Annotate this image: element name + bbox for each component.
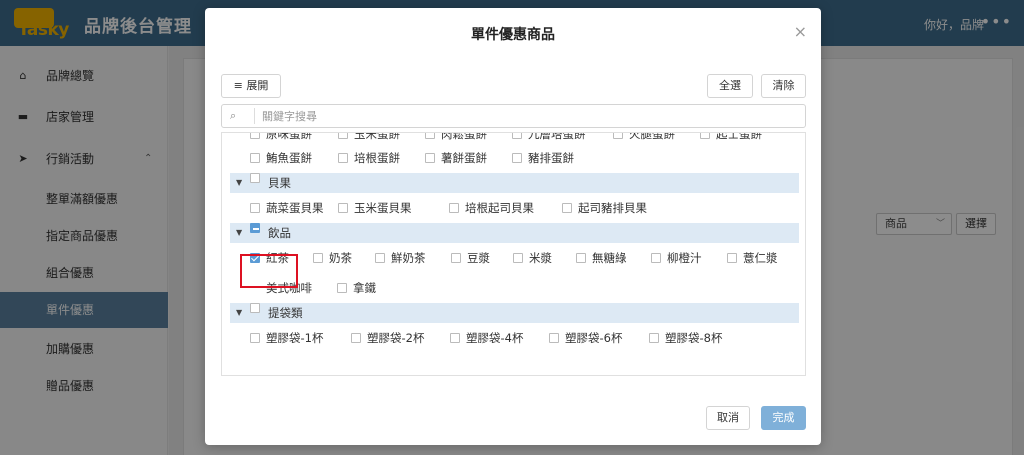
confirm-button[interactable]: 完成 (761, 406, 806, 430)
product-checkbox[interactable]: 原味蛋餅 (250, 133, 312, 144)
product-checkbox[interactable]: 無糖綠 (576, 248, 627, 268)
product-checkbox[interactable]: 柳橙汁 (651, 248, 702, 268)
product-checkbox[interactable]: 火腿蛋餅 (613, 133, 675, 144)
tree-row: 美式咖啡 拿鐵 (222, 278, 805, 298)
product-checkbox[interactable]: 塑膠袋-1杯 (250, 328, 323, 348)
product-checkbox[interactable]: 奶茶 (313, 248, 352, 268)
product-checkbox[interactable]: 鮮奶茶 (375, 248, 426, 268)
product-checkbox[interactable]: 蔬菜蛋貝果 (250, 198, 324, 218)
search-icon: ⌕ (230, 109, 237, 122)
category-row-bagel[interactable]: ▼ 貝果 (230, 173, 799, 193)
category-checkbox[interactable] (250, 303, 260, 313)
product-picker-modal: 單件優惠商品 × ≡ 展開 全選 清除 ⌕ 原味蛋餅 玉米蛋餅 肉鬆蛋餅 九層塔… (205, 8, 821, 445)
caret-down-icon[interactable]: ▼ (236, 173, 242, 193)
caret-down-icon[interactable]: ▼ (236, 223, 242, 243)
category-checkbox[interactable] (250, 173, 260, 183)
product-checkbox[interactable]: 培根起司貝果 (449, 198, 534, 218)
product-checkbox[interactable]: 玉米蛋貝果 (338, 198, 412, 218)
product-checkbox[interactable]: 起士蛋餅 (700, 133, 762, 144)
category-row-drinks[interactable]: ▼ 飲品 (230, 223, 799, 243)
cancel-button[interactable]: 取消 (706, 406, 750, 430)
category-row-bags[interactable]: ▼ 提袋類 (230, 303, 799, 323)
product-checkbox[interactable]: 豆漿 (451, 248, 490, 268)
product-tree: 原味蛋餅 玉米蛋餅 肉鬆蛋餅 九層塔蛋餅 火腿蛋餅 起士蛋餅 鮪魚蛋餅 培根蛋餅… (221, 132, 806, 376)
search-field: ⌕ (221, 104, 806, 128)
category-checkbox-partial[interactable] (250, 223, 260, 233)
product-checkbox[interactable]: 薯餅蛋餅 (425, 148, 487, 168)
product-checkbox[interactable]: 塑膠袋-2杯 (351, 328, 424, 348)
menu-icon: ≡ (233, 79, 243, 92)
product-checkbox[interactable]: 肉鬆蛋餅 (425, 133, 487, 144)
search-input[interactable] (262, 107, 792, 125)
select-all-button[interactable]: 全選 (707, 74, 753, 98)
tree-row: 塑膠袋-1杯 塑膠袋-2杯 塑膠袋-4杯 塑膠袋-6杯 塑膠袋-8杯 (222, 328, 805, 348)
product-checkbox[interactable]: 塑膠袋-6杯 (549, 328, 622, 348)
product-checkbox[interactable]: 鮪魚蛋餅 (250, 148, 312, 168)
clear-button[interactable]: 清除 (761, 74, 806, 98)
product-checkbox[interactable]: 拿鐵 (337, 278, 376, 298)
caret-down-icon[interactable]: ▼ (236, 303, 242, 323)
product-checkbox[interactable]: 九層塔蛋餅 (512, 133, 586, 144)
tree-row: 蔬菜蛋貝果 玉米蛋貝果 培根起司貝果 起司豬排貝果 (222, 198, 805, 218)
product-checkbox[interactable]: 起司豬排貝果 (562, 198, 647, 218)
expand-button[interactable]: ≡ 展開 (221, 74, 281, 98)
tree-row: 紅茶 奶茶 鮮奶茶 豆漿 米漿 無糖綠 柳橙汁 薏仁漿 (222, 248, 805, 268)
product-checkbox[interactable]: 豬排蛋餅 (512, 148, 574, 168)
modal-title: 單件優惠商品 (471, 27, 555, 43)
product-checkbox[interactable]: 培根蛋餅 (338, 148, 400, 168)
product-checkbox[interactable]: 塑膠袋-8杯 (649, 328, 722, 348)
product-checkbox[interactable]: 玉米蛋餅 (338, 133, 400, 144)
tree-row: 鮪魚蛋餅 培根蛋餅 薯餅蛋餅 豬排蛋餅 (222, 148, 805, 168)
product-checkbox[interactable]: 塑膠袋-4杯 (450, 328, 523, 348)
product-checkbox[interactable]: 薏仁漿 (727, 248, 778, 268)
highlight-box (240, 254, 298, 288)
tree-row: 原味蛋餅 玉米蛋餅 肉鬆蛋餅 九層塔蛋餅 火腿蛋餅 起士蛋餅 (222, 133, 805, 144)
product-checkbox[interactable]: 米漿 (513, 248, 552, 268)
close-icon[interactable]: × (794, 22, 807, 41)
